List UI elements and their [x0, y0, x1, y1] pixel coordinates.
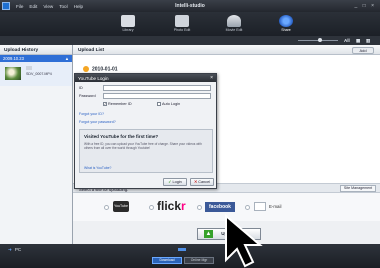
- youtube-small-icon: [26, 66, 32, 70]
- upload-history-pane: Upload History 2009.10.23 ▲ SDV_0007.MP4: [0, 45, 72, 244]
- first-time-title: Visited YouTube for the first time?: [84, 134, 159, 139]
- facebook-radio[interactable]: [197, 205, 202, 210]
- flickr-radio[interactable]: [149, 205, 154, 210]
- facebook-logo[interactable]: facebook: [205, 202, 235, 212]
- first-time-info-box: Visited YouTube for the first time? With…: [79, 129, 213, 173]
- cancel-x-icon: ✕: [193, 180, 198, 184]
- flickr-logo-r: r: [181, 199, 186, 213]
- forgot-password-link[interactable]: Forgot your password?: [79, 120, 116, 124]
- remember-id-checkbox[interactable]: ✓: [103, 102, 107, 106]
- dock-tab-handle[interactable]: [178, 248, 186, 251]
- site-management-button[interactable]: Site Management: [340, 185, 376, 192]
- movie-edit-button[interactable]: Movie Edit: [222, 15, 246, 35]
- list-view-icon[interactable]: ▥: [366, 38, 370, 43]
- history-date-group[interactable]: 2009.10.23 ▲: [0, 55, 72, 62]
- view-all-button[interactable]: All: [344, 38, 350, 43]
- envelope-icon[interactable]: [254, 202, 266, 211]
- share-globe-icon: [279, 15, 293, 27]
- download-tab[interactable]: Download: [152, 257, 182, 264]
- id-field[interactable]: [103, 85, 211, 91]
- pc-panel-toggle[interactable]: ➜ PC: [8, 247, 21, 253]
- main-toolbar: Library Photo Edit Movie Edit Share: [0, 12, 380, 36]
- mouse-pointer-icon: [225, 214, 263, 268]
- history-thumbnail: [5, 67, 21, 80]
- upload-history-title: Upload History: [0, 45, 72, 55]
- password-label: Password: [79, 94, 96, 98]
- window-controls[interactable]: _ □ ×: [355, 3, 377, 9]
- library-icon: [121, 15, 135, 27]
- remember-id-label: Remember ID: [108, 102, 132, 106]
- history-item[interactable]: SDV_0007.MP4: [0, 62, 72, 86]
- collapse-icon[interactable]: ▲: [65, 56, 69, 61]
- history-file-name: SDV_0007.MP4: [26, 72, 52, 76]
- email-radio[interactable]: [245, 205, 250, 210]
- youtube-login-dialog: YouTube Login × ID Password ✓Remember ID…: [74, 73, 217, 189]
- youtube-radio[interactable]: [104, 205, 109, 210]
- title-bar: File Edit View Tool Help Intelli-studio …: [0, 0, 380, 12]
- view-bar: All ▦ ▥: [0, 36, 380, 45]
- close-icon[interactable]: ×: [210, 75, 213, 81]
- flickr-logo[interactable]: flickr: [157, 199, 186, 213]
- upload-list-title: Upload List: [73, 45, 380, 55]
- photo-edit-icon: [175, 15, 189, 27]
- photo-edit-button[interactable]: Photo Edit: [170, 15, 194, 35]
- movie-edit-label: Movie Edit: [225, 28, 243, 32]
- cancel-button[interactable]: ✕ Cancel: [190, 178, 214, 186]
- online-mgr-tab[interactable]: Online Mgr: [184, 257, 214, 264]
- upload-arrow-icon: ▲: [204, 230, 213, 238]
- library-button[interactable]: Library: [116, 15, 140, 35]
- auto-login-checkbox[interactable]: [157, 102, 161, 106]
- what-is-youtube-link[interactable]: What is YouTube?: [84, 166, 111, 170]
- login-button[interactable]: ✓ Login: [163, 178, 187, 186]
- auto-login-label: Auto Login: [162, 102, 181, 106]
- zoom-slider-handle[interactable]: [318, 38, 322, 42]
- library-label: Library: [122, 28, 134, 32]
- status-bar: ➜ PC Download Online Mgr: [0, 244, 380, 268]
- password-field[interactable]: [103, 93, 211, 99]
- dialog-title: YouTube Login: [78, 75, 109, 81]
- forgot-id-link[interactable]: Forgot your ID?: [79, 112, 104, 116]
- history-date: 2009.10.23: [3, 56, 24, 62]
- email-label: E-mail: [269, 204, 282, 209]
- flickr-logo-text: flick: [157, 199, 182, 213]
- grid-view-icon[interactable]: ▦: [356, 38, 360, 43]
- checkmark-icon: ✓: [168, 180, 172, 184]
- date-group-icon: [83, 66, 89, 72]
- id-label: ID: [79, 86, 83, 90]
- add-button[interactable]: Add: [352, 47, 374, 54]
- pc-label: PC: [14, 247, 22, 252]
- app-title: Intelli-studio: [175, 3, 205, 9]
- movie-edit-icon: [227, 15, 241, 27]
- first-time-text: With a free ID, you can upload your YouT…: [84, 142, 202, 150]
- youtube-logo[interactable]: YouTube: [113, 201, 129, 212]
- login-button-label: Login: [172, 180, 182, 184]
- cancel-button-label: Cancel: [198, 180, 211, 184]
- pc-arrow-icon: ➜: [8, 247, 12, 252]
- upload-date: 2010-01-01: [92, 66, 118, 73]
- share-button[interactable]: Share: [274, 15, 298, 35]
- photo-edit-label: Photo Edit: [173, 28, 191, 32]
- share-label: Share: [281, 28, 291, 32]
